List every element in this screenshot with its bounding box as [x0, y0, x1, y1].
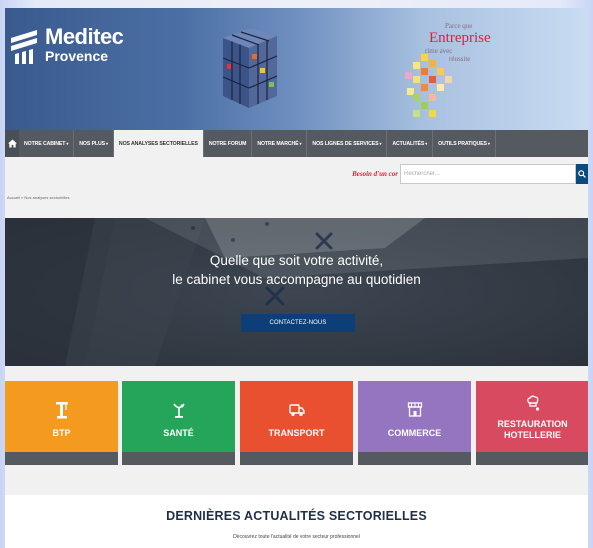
header-banner: Meditec Provence Parce que Entreprise ri… — [5, 8, 588, 130]
color-mosaic-decoration — [399, 54, 463, 120]
news-section-subtitle: Découvrez toute l'actualité de votre sec… — [233, 534, 360, 540]
breadcrumb-home[interactable]: Accueil — [7, 195, 20, 200]
search-button[interactable] — [576, 164, 588, 184]
sector-tile-sante[interactable]: SANTÉ — [122, 381, 235, 465]
hero-background-image — [5, 218, 588, 366]
news-section: DERNIÈRES ACTUALITÉS SECTORIELLES Découv… — [5, 495, 588, 548]
search-bar: Besoin d'un cor — [352, 163, 588, 185]
crane-icon — [5, 401, 118, 419]
site-logo[interactable]: Meditec Provence — [9, 24, 124, 64]
nav-label: NOTRE MARCHÉ — [257, 140, 299, 147]
logo-name: Meditec — [45, 24, 124, 49]
nav-item-nos-plus[interactable]: NOS PLUS ▾ — [74, 130, 114, 157]
main-nav: NOTRE CABINET ▾ NOS PLUS ▾ NOS ANALYSES SE… — [5, 130, 588, 157]
logo-subname: Provence — [45, 48, 109, 64]
nav-label: NOTRE CABINET — [24, 140, 66, 147]
breadcrumb: Accueil » Nos analyses sectorielles — [7, 195, 70, 200]
hero-title-line1: Quelle que soit votre activité, — [209, 253, 384, 268]
nav-label: ACTUALITÉS — [392, 140, 425, 147]
sector-tile-restauration-hotellerie[interactable]: RESTAURATION HOTELLERIE — [476, 381, 588, 465]
search-icon — [578, 170, 586, 178]
sector-tiles: BTP SANTÉ TRANSPORT COMMERCE RESTAURATIO… — [5, 381, 588, 465]
breadcrumb-current: Nos analyses sectorielles — [24, 195, 70, 200]
sector-label: BTP — [52, 428, 71, 438]
nav-item-nos-analyses-sectorielles[interactable]: NOS ANALYSES SECTORIELLES — [113, 130, 204, 157]
contact-us-button[interactable]: CONTACTEZ-NOUS — [241, 314, 355, 332]
hero-title-line2: le cabinet vous accompagne au quotidien — [172, 272, 421, 287]
sector-label: COMMERCE — [387, 428, 442, 438]
sector-label-line2: HOTELLERIE — [503, 430, 561, 440]
chevron-down-icon: ▾ — [379, 141, 382, 146]
shop-icon — [358, 401, 471, 419]
nav-item-outils-pratiques[interactable]: OUTILS PRATIQUES ▾ — [433, 130, 496, 157]
sector-label: TRANSPORT — [268, 428, 325, 438]
rubiks-cube-image — [219, 24, 281, 110]
hero-banner: Quelle que soit votre activité, le cabin… — [5, 218, 588, 366]
logo-mark-icon — [9, 26, 39, 64]
sector-label: SANTÉ — [163, 428, 194, 438]
chevron-down-icon: ▾ — [106, 141, 108, 146]
breadcrumb-separator: » — [21, 195, 24, 200]
truck-icon — [240, 401, 353, 419]
nav-item-notre-marche[interactable]: NOTRE MARCHÉ ▾ — [252, 130, 308, 157]
sector-label: RESTAURATION — [497, 419, 568, 429]
tagline-small-1: Parce que — [445, 22, 473, 30]
nav-item-notre-forum[interactable]: NOTRE FORUM — [204, 130, 253, 157]
chevron-down-icon: ▾ — [425, 141, 428, 146]
nav-label: NOS PLUS — [79, 140, 105, 147]
nav-label: NOS LIGNES DE SERVICES — [312, 140, 379, 147]
nav-item-nos-lignes-de-services[interactable]: NOS LIGNES DE SERVICES ▾ — [307, 130, 388, 157]
news-section-title: DERNIÈRES ACTUALITÉS SECTORIELLES — [166, 509, 427, 523]
tagline-title: Entreprise — [429, 30, 491, 46]
nav-item-actualites[interactable]: ACTUALITÉS ▾ — [387, 130, 434, 157]
nav-label: NOTRE FORUM — [208, 140, 247, 147]
nav-label: OUTILS PRATIQUES — [438, 140, 487, 147]
need-help-label: Besoin d'un cor — [352, 170, 398, 178]
search-input[interactable] — [400, 164, 576, 184]
nav-label: NOS ANALYSES SECTORIELLES — [118, 140, 198, 147]
caduceus-icon — [122, 401, 235, 419]
chevron-down-icon: ▾ — [299, 141, 302, 146]
nav-item-notre-cabinet[interactable]: NOTRE CABINET ▾ — [19, 130, 75, 157]
chef-hat-icon — [476, 395, 588, 413]
chevron-down-icon: ▾ — [487, 141, 490, 146]
home-icon[interactable] — [5, 130, 19, 157]
sector-tile-btp[interactable]: BTP — [5, 381, 118, 465]
sector-tile-commerce[interactable]: COMMERCE — [358, 381, 471, 465]
sector-tile-transport[interactable]: TRANSPORT — [240, 381, 353, 465]
chevron-down-icon: ▾ — [66, 141, 69, 146]
page: Meditec Provence Parce que Entreprise ri… — [5, 8, 588, 548]
